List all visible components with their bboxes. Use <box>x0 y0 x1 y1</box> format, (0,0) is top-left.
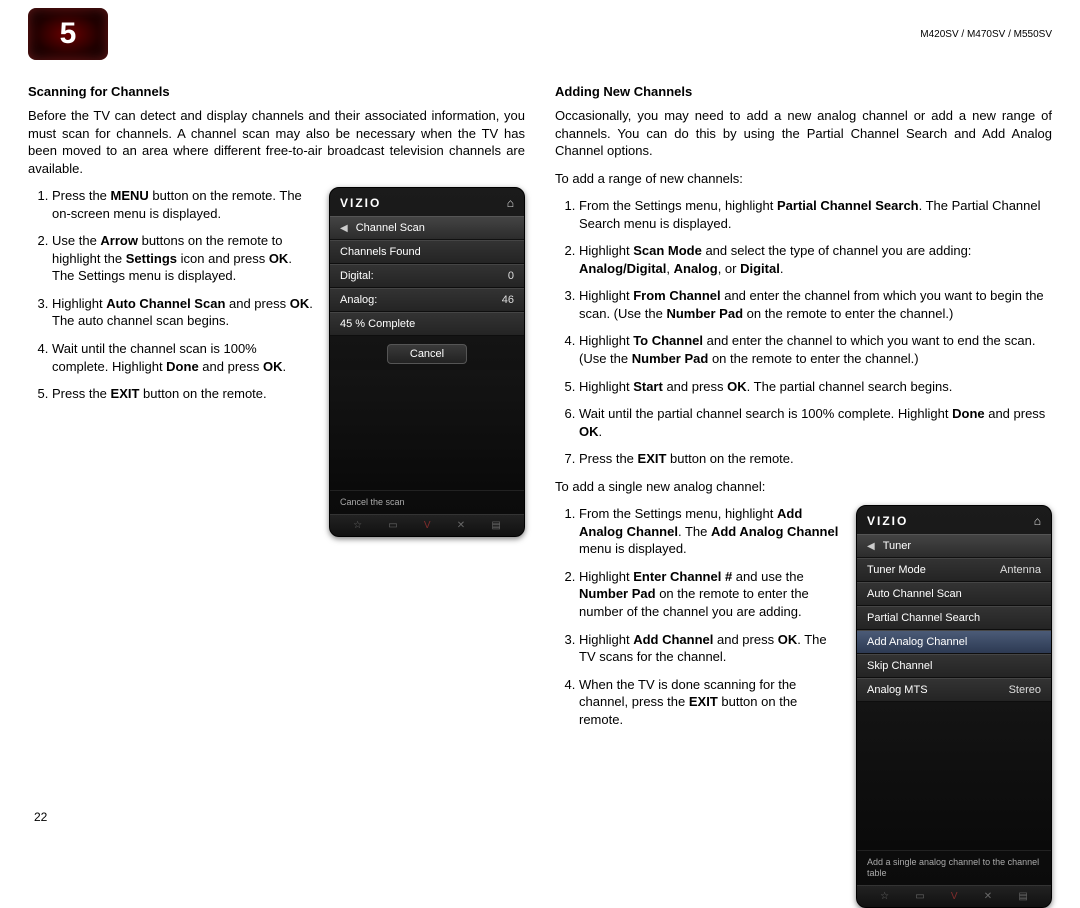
osd-title-row: ◀ Tuner <box>857 534 1051 558</box>
channel-scan-osd: VIZIO ⌂ ◀ Channel Scan Channels Found Di… <box>329 187 525 537</box>
section-title: Scanning for Channels <box>28 84 525 99</box>
osd-bottom-bar: ☆▭V✕▤ <box>857 885 1051 907</box>
step: Highlight Auto Channel Scan and press OK… <box>52 295 315 330</box>
single-steps-list: From the Settings menu, highlight Add An… <box>555 505 842 728</box>
intro-text: Before the TV can detect and display cha… <box>28 107 525 177</box>
step: Highlight Scan Mode and select the type … <box>579 242 1052 277</box>
osd-hint: Cancel the scan <box>330 490 524 514</box>
tuner-osd: VIZIO ⌂ ◀ Tuner Tuner Mode Antenna Auto … <box>856 505 1052 908</box>
step: Press the EXIT button on the remote. <box>579 450 1052 468</box>
osd-row-analog-mts[interactable]: Analog MTS Stereo <box>857 678 1051 702</box>
osd-logo: VIZIO <box>867 514 908 528</box>
step: Highlight Add Channel and press OK. The … <box>579 631 842 666</box>
osd-row-add-analog[interactable]: Add Analog Channel <box>857 630 1051 654</box>
home-icon: ⌂ <box>507 196 514 210</box>
cancel-button[interactable]: Cancel <box>387 344 467 364</box>
osd-bottom-bar: ☆▭V✕▤ <box>330 514 524 536</box>
back-icon: ◀ <box>867 541 875 552</box>
osd-title: Channel Scan <box>356 222 425 234</box>
osd-title-row: ◀ Channel Scan <box>330 216 524 240</box>
osd-hint: Add a single analog channel to the chann… <box>857 850 1051 885</box>
chapter-badge: 5 <box>28 8 108 60</box>
right-column: Adding New Channels Occasionally, you ma… <box>555 84 1052 908</box>
range-steps-list: From the Settings menu, highlight Partia… <box>555 197 1052 468</box>
sub-heading: To add a range of new channels: <box>555 170 1052 188</box>
osd-row: Analog: 46 <box>330 288 524 312</box>
step: Highlight Start and press OK. The partia… <box>579 378 1052 396</box>
scanning-steps-list: Press the MENU button on the remote. The… <box>28 187 315 402</box>
osd-row-partial-search[interactable]: Partial Channel Search <box>857 606 1051 630</box>
back-icon: ◀ <box>340 223 348 234</box>
step: Wait until the channel scan is 100% comp… <box>52 340 315 375</box>
osd-logo: VIZIO <box>340 196 381 210</box>
step: From the Settings menu, highlight Partia… <box>579 197 1052 232</box>
page-header: 5 M420SV / M470SV / M550SV <box>28 8 1052 60</box>
step: When the TV is done scanning for the cha… <box>579 676 842 729</box>
osd-row-skip-channel[interactable]: Skip Channel <box>857 654 1051 678</box>
osd-row-auto-scan[interactable]: Auto Channel Scan <box>857 582 1051 606</box>
step: Highlight From Channel and enter the cha… <box>579 287 1052 322</box>
intro-text: Occasionally, you may need to add a new … <box>555 107 1052 160</box>
sub-heading: To add a single new analog channel: <box>555 478 1052 496</box>
step: Highlight To Channel and enter the chann… <box>579 332 1052 367</box>
osd-row: Digital: 0 <box>330 264 524 288</box>
osd-title: Tuner <box>883 540 911 552</box>
model-numbers: M420SV / M470SV / M550SV <box>920 29 1052 40</box>
page-number: 22 <box>34 810 47 824</box>
step: Highlight Enter Channel # and use the Nu… <box>579 568 842 621</box>
step: Wait until the partial channel search is… <box>579 405 1052 440</box>
osd-row: Channels Found <box>330 240 524 264</box>
home-icon: ⌂ <box>1034 514 1041 528</box>
step: Press the MENU button on the remote. The… <box>52 187 315 222</box>
osd-row-tuner-mode[interactable]: Tuner Mode Antenna <box>857 558 1051 582</box>
osd-row: 45 % Complete <box>330 312 524 336</box>
step: Use the Arrow buttons on the remote to h… <box>52 232 315 285</box>
step: Press the EXIT button on the remote. <box>52 385 315 403</box>
left-column: Scanning for Channels Before the TV can … <box>28 84 525 908</box>
step: From the Settings menu, highlight Add An… <box>579 505 842 558</box>
section-title: Adding New Channels <box>555 84 1052 99</box>
